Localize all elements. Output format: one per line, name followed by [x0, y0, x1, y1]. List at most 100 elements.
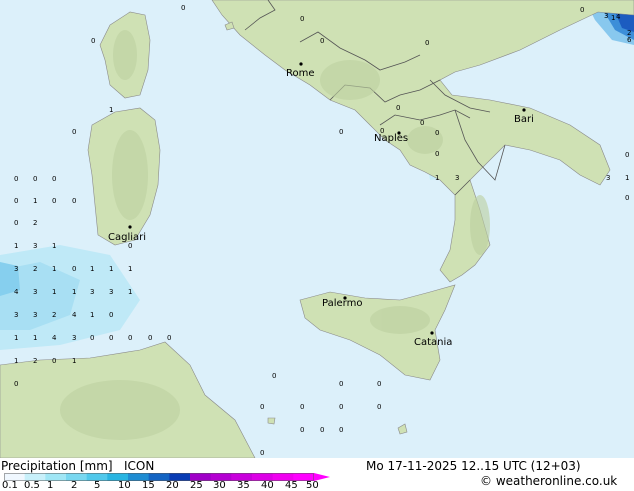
precip-value: 0	[52, 197, 56, 205]
precip-value: 0	[14, 175, 18, 183]
precip-value: 0	[148, 334, 152, 342]
precip-value: 4	[52, 334, 57, 342]
precip-value: 1	[52, 242, 56, 250]
precip-value: 1	[109, 265, 113, 273]
precip-value: 1	[14, 334, 18, 342]
legend-tick-label: 1	[47, 480, 54, 491]
precip-value: 0	[128, 334, 132, 342]
precip-value: 0	[339, 128, 343, 136]
precip-value: 0	[320, 37, 324, 45]
legend-tick-label: 25	[190, 480, 203, 491]
precip-value: 0	[380, 127, 384, 135]
legend-tick-label: 50	[306, 480, 319, 491]
legend-tick-label: 45	[285, 480, 298, 491]
precip-value: 1	[33, 334, 37, 342]
precip-value: 0	[72, 128, 76, 136]
precip-value: 0	[425, 39, 429, 47]
legend-tick-label: 20	[166, 480, 179, 491]
precip-value: 1	[33, 197, 37, 205]
precip-value: 0	[109, 334, 113, 342]
precip-value: 1	[128, 288, 132, 296]
precip-value: 0	[52, 175, 56, 183]
precip-value: 3	[90, 288, 94, 296]
model-name: ICON	[124, 459, 155, 473]
precip-value: 4	[616, 13, 621, 21]
precip-value: 2	[52, 311, 56, 319]
precip-value: 1	[72, 357, 76, 365]
precip-value: 1	[128, 265, 132, 273]
legend-title: Precipitation [mm]	[1, 459, 113, 473]
precip-value: 3	[14, 265, 18, 273]
precip-value: 0	[435, 150, 439, 158]
precip-value: 0	[128, 242, 132, 250]
legend-tick-label: 15	[142, 480, 155, 491]
precip-value: 0	[72, 197, 76, 205]
precip-value: 0	[90, 334, 94, 342]
precip-value: 6	[627, 36, 632, 44]
legend-tick-label: 10	[118, 480, 131, 491]
city-label-rome: Rome	[286, 68, 315, 79]
precip-value: 3	[33, 311, 37, 319]
legend-tick-label: 2	[71, 480, 78, 491]
precip-value: 0	[72, 265, 76, 273]
legend-tick-label: 35	[237, 480, 250, 491]
precip-value: 0	[320, 426, 324, 434]
precip-value: 3	[33, 242, 37, 250]
legend-tick-label: 5	[94, 480, 101, 491]
precip-value: 2	[627, 29, 631, 37]
precip-value: 0	[109, 311, 113, 319]
precip-value: 3	[14, 311, 18, 319]
precip-value: 0	[396, 104, 400, 112]
precip-value: 0	[14, 197, 18, 205]
footer: Precipitation [mm] ICON Mo 17-11-2025 12…	[0, 458, 634, 491]
precip-value: 4	[72, 311, 77, 319]
city-label-catania: Catania	[414, 337, 452, 348]
precip-value: 1	[625, 174, 629, 182]
precip-value: 1	[52, 288, 56, 296]
precip-value: 4	[14, 288, 19, 296]
precip-value: 1	[90, 265, 94, 273]
credit-link[interactable]: © weatheronline.co.uk	[480, 474, 617, 488]
city-label-palermo: Palermo	[322, 298, 362, 309]
precip-value: 0	[377, 403, 381, 411]
timestamp: Mo 17-11-2025 12..15 UTC (12+03)	[366, 459, 581, 473]
city-palermo: Palermo	[322, 296, 362, 309]
legend-tick-label: 0.1	[2, 480, 18, 491]
precip-value: 0	[260, 449, 264, 457]
precip-value: 0	[420, 119, 424, 127]
precip-value: 0	[14, 380, 18, 388]
precip-value: 0	[14, 219, 18, 227]
precip-value: 0	[300, 403, 304, 411]
legend-tick-label: 40	[261, 480, 274, 491]
precip-value: 0	[435, 129, 439, 137]
legend-tick-label: 30	[213, 480, 226, 491]
precip-value: 2	[33, 357, 37, 365]
legend-tick-label: 0.5	[24, 480, 40, 491]
precipitation-map: Rome Naples Bari Cagliari Palermo Catani…	[0, 0, 634, 458]
precip-value: 0	[260, 403, 264, 411]
precip-value: 3	[72, 334, 76, 342]
precip-value: 0	[300, 426, 304, 434]
precip-value: 1	[52, 265, 56, 273]
precip-value: 1	[72, 288, 76, 296]
precip-value: 0	[339, 426, 343, 434]
precip-value: 0	[52, 357, 56, 365]
precip-value: 2	[33, 265, 37, 273]
precip-value: 1	[435, 174, 439, 182]
precip-value: 3	[606, 174, 610, 182]
precip-value: 0	[167, 334, 171, 342]
precip-value: 1	[14, 357, 18, 365]
precip-value: 0	[339, 380, 343, 388]
precip-value: 0	[377, 380, 381, 388]
precip-value: 1	[14, 242, 18, 250]
precip-value: 2	[33, 219, 37, 227]
precip-value: 1	[90, 311, 94, 319]
precip-value: 0	[300, 15, 304, 23]
precip-value: 1	[611, 14, 615, 22]
precip-value: 1	[109, 106, 113, 114]
precip-value: 3	[455, 174, 459, 182]
precip-value: 0	[580, 6, 584, 14]
city-label-bari: Bari	[514, 114, 534, 125]
precip-value: 3	[33, 288, 37, 296]
precip-value: 0	[625, 194, 629, 202]
